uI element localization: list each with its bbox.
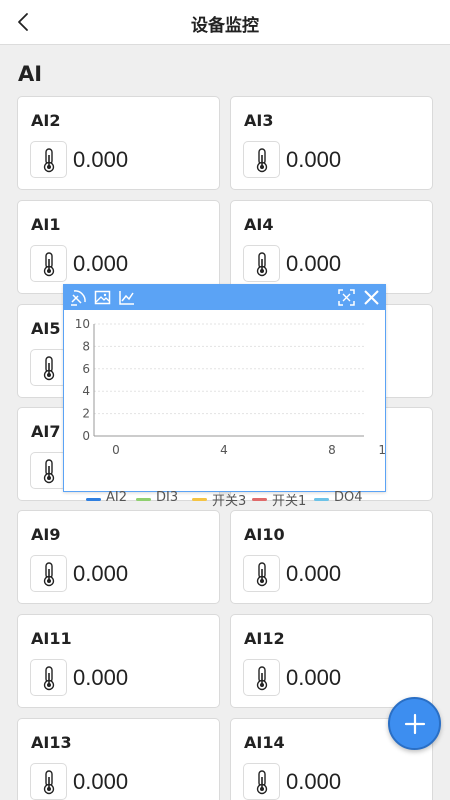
y-tick-label: 4 bbox=[82, 384, 90, 398]
line-chart-icon[interactable] bbox=[117, 288, 136, 307]
chart-legend: AI2 DI3 开关3 开关1 DO4 bbox=[64, 489, 385, 509]
legend-label: AI2 bbox=[106, 490, 127, 505]
image-icon[interactable] bbox=[93, 288, 112, 307]
legend-swatch bbox=[136, 498, 151, 501]
chart-toolbar bbox=[64, 285, 385, 310]
legend-swatch bbox=[252, 498, 267, 501]
thermometer-icon bbox=[243, 555, 280, 592]
legend-swatch bbox=[314, 498, 329, 501]
x-tick-label: 4 bbox=[220, 443, 228, 457]
sensor-card[interactable]: AI1 0.000 bbox=[17, 200, 220, 294]
plus-icon bbox=[404, 713, 426, 735]
y-tick-label: 10 bbox=[75, 317, 90, 331]
sensor-value: 0.000 bbox=[286, 665, 342, 690]
thermometer-icon bbox=[243, 245, 280, 282]
thermometer-icon bbox=[243, 763, 280, 800]
sensor-card[interactable]: AI10 0.000 bbox=[230, 510, 433, 604]
sensor-name: AI12 bbox=[244, 629, 285, 648]
sensor-value: 0.000 bbox=[286, 561, 342, 586]
x-tick-label: 10 bbox=[378, 443, 385, 457]
sensor-value: 0.000 bbox=[73, 147, 129, 172]
sensor-card[interactable]: AI4 0.000 bbox=[230, 200, 433, 294]
thermometer-icon bbox=[243, 141, 280, 178]
sensor-name: AI3 bbox=[244, 111, 274, 130]
sensor-name: AI1 bbox=[31, 215, 61, 234]
y-tick-label: 6 bbox=[82, 362, 90, 376]
legend-swatch bbox=[192, 498, 207, 501]
sensor-value: 0.000 bbox=[286, 251, 342, 276]
section-title: AI bbox=[18, 62, 43, 86]
legend-label: 开关1 bbox=[272, 494, 307, 509]
sensor-value: 0.000 bbox=[73, 561, 129, 586]
sensor-value: 0.000 bbox=[73, 251, 129, 276]
sensor-name: AI10 bbox=[244, 525, 285, 544]
sensor-name: AI11 bbox=[31, 629, 72, 648]
legend-swatch bbox=[86, 498, 101, 501]
y-tick-label: 8 bbox=[82, 339, 90, 353]
sensor-value: 0.000 bbox=[73, 665, 129, 690]
sensor-card[interactable]: AI9 0.000 bbox=[17, 510, 220, 604]
fullscreen-icon[interactable] bbox=[337, 288, 356, 307]
page-title: 设备监控 bbox=[191, 16, 259, 36]
thermometer-icon bbox=[243, 659, 280, 696]
line-chart: 0 2 4 6 8 10 0 4 8 10 bbox=[75, 317, 394, 457]
x-tick-label: 0 bbox=[112, 443, 120, 457]
sensor-name: AI5 bbox=[31, 319, 61, 338]
sensor-name: AI4 bbox=[244, 215, 274, 234]
chart-popup[interactable]: 0 2 4 6 8 10 0 4 8 10 AI2 DI3 开关3 开关1 DO4 bbox=[63, 284, 394, 509]
chart-area: 0 2 4 6 8 10 0 4 8 10 AI2 DI3 开关3 开关1 DO4 bbox=[64, 310, 394, 509]
sensor-value: 0.000 bbox=[286, 147, 342, 172]
sensor-name: AI2 bbox=[31, 111, 61, 130]
sensor-name: AI9 bbox=[31, 525, 61, 544]
thermometer-icon bbox=[30, 763, 67, 800]
sensor-value: 0.000 bbox=[286, 769, 342, 794]
y-tick-label: 0 bbox=[82, 429, 90, 443]
y-tick-label: 2 bbox=[82, 407, 90, 421]
thermometer-icon bbox=[30, 349, 67, 386]
sensor-name: AI14 bbox=[244, 733, 285, 752]
sensor-value: 0.000 bbox=[73, 769, 129, 794]
sensor-card[interactable]: AI11 0.000 bbox=[17, 614, 220, 708]
sensor-card[interactable]: AI3 0.000 bbox=[230, 96, 433, 190]
thermometer-icon bbox=[30, 555, 67, 592]
thermometer-icon bbox=[30, 141, 67, 178]
sensor-card[interactable]: AI12 0.000 bbox=[230, 614, 433, 708]
thermometer-icon bbox=[30, 659, 67, 696]
sensor-card[interactable]: AI13 0.000 bbox=[17, 718, 220, 800]
thermometer-icon bbox=[30, 452, 67, 489]
sensor-card[interactable]: AI2 0.000 bbox=[17, 96, 220, 190]
x-tick-label: 8 bbox=[328, 443, 336, 457]
legend-label: DI3 bbox=[156, 490, 179, 505]
legend-label: 开关3 bbox=[212, 494, 247, 509]
top-bar: 设备监控 bbox=[0, 0, 450, 45]
sensor-name: AI13 bbox=[31, 733, 72, 752]
satellite-icon[interactable] bbox=[69, 288, 88, 307]
legend-label: DO4 bbox=[334, 490, 363, 505]
close-icon[interactable] bbox=[362, 288, 381, 307]
thermometer-icon bbox=[30, 245, 67, 282]
add-button[interactable] bbox=[388, 697, 441, 750]
sensor-name: AI7 bbox=[31, 422, 61, 441]
